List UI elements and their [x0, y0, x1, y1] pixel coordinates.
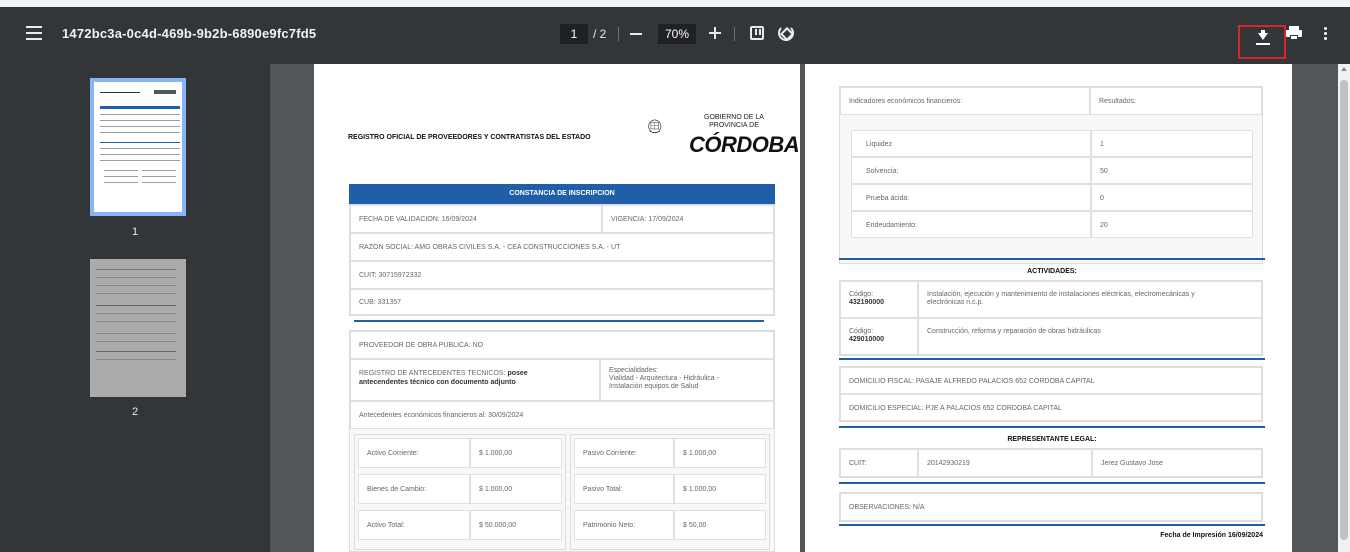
- rotate-icon[interactable]: [778, 25, 794, 41]
- liability-label: Patrimonio Neto:: [574, 510, 674, 540]
- liability-value: $ 1.000,00: [674, 438, 766, 468]
- legal-rep-title: REPRESENTANTE LEGAL:: [1007, 436, 1097, 443]
- domicilio-fiscal: DOMICILIO FISCAL: PASAJE ALFREDO PALACIO…: [840, 367, 1262, 394]
- menu-icon[interactable]: [26, 26, 42, 40]
- asset-value: $ 1.000,00: [470, 438, 562, 468]
- indicator-label: Liquidez: [851, 130, 1091, 157]
- asset-value: $ 50.000,00: [470, 510, 562, 540]
- zoom-level-input[interactable]: 70%: [658, 24, 696, 44]
- zoom-in-icon[interactable]: [709, 27, 721, 39]
- pdf-page-2: Indicadores económicos financieros: Resu…: [805, 64, 1292, 552]
- divider-line: [839, 524, 1265, 526]
- thumbnail-label-1: 1: [131, 226, 139, 238]
- logo-cordoba-text: CÓRDOBA: [689, 132, 800, 157]
- download-icon[interactable]: [1238, 25, 1286, 59]
- logo-gov-text: GOBIERNO DE LA PROVINCIA DE: [704, 114, 764, 129]
- divider: [618, 27, 619, 41]
- print-icon[interactable]: [1286, 26, 1302, 40]
- cub: CUB: 331357: [350, 289, 774, 315]
- rep-cuit-label: CUIT:: [840, 449, 918, 477]
- divider-line: [354, 320, 764, 322]
- indicator-label: Prueba ácida:: [851, 184, 1091, 211]
- liability-value: $ 50,00: [674, 510, 766, 540]
- cuit: CUIT: 30715972332: [350, 261, 774, 289]
- indicator-value: 0: [1091, 184, 1253, 211]
- activity-code: Código: 429010000: [840, 318, 918, 355]
- asset-label: Activo Corriente:: [358, 438, 470, 468]
- pdf-page-1: REGISTRO OFICIAL DE PROVEEDORES Y CONTRA…: [314, 64, 800, 552]
- page-number-input[interactable]: 1: [560, 24, 588, 44]
- more-options-icon[interactable]: [1324, 27, 1328, 41]
- scroll-up-icon[interactable]: [1341, 67, 1347, 71]
- asset-value: $ 1.000,00: [470, 474, 562, 504]
- constancia-header: CONSTANCIA DE INSCRIPCION: [349, 184, 775, 204]
- print-date: Fecha de Impresión 16/09/2024: [1160, 532, 1263, 539]
- indicators-header: Indicadores económicos financieros:: [840, 87, 1090, 115]
- results-header: Resultados:: [1090, 87, 1262, 115]
- rep-name: Jerez Gustavo Jose: [1092, 449, 1262, 477]
- indicator-value: 20: [1091, 211, 1253, 238]
- divider-line: [839, 482, 1265, 484]
- registro-antecedentes: REGISTRO DE ANTECEDENTES TECNICOS: posee…: [350, 359, 600, 401]
- proveedor-obra-publica: PROVEEDOR DE OBRA PUBLICA: NO: [350, 331, 774, 359]
- thumbnail-page-2[interactable]: [90, 259, 186, 397]
- vertical-scrollbar[interactable]: [1338, 64, 1350, 552]
- fit-to-page-icon[interactable]: [750, 26, 764, 40]
- indicator-value: 1: [1091, 130, 1253, 157]
- divider-line: [839, 426, 1265, 428]
- activity-code: Código: 432190000: [840, 281, 918, 318]
- especialidades: Especialidades: Vialidad - Arquitectura …: [600, 359, 774, 401]
- registry-title: REGISTRO OFICIAL DE PROVEEDORES Y CONTRA…: [348, 134, 591, 141]
- scroll-thumb[interactable]: [1340, 80, 1348, 540]
- liability-label: Pasivo Corriente:: [574, 438, 674, 468]
- asset-label: Bienes de Cambio:: [358, 474, 470, 504]
- divider-line: [839, 358, 1265, 360]
- indicator-value: 50: [1091, 157, 1253, 184]
- razon-social: RAZON SOCIAL: AMG OBRAS CIVILES S.A. - C…: [350, 233, 774, 261]
- divider-line: [839, 258, 1265, 260]
- indicator-label: Endeudamiento:: [851, 211, 1091, 238]
- liability-label: Pasivo Total:: [574, 474, 674, 504]
- thumbnail-sidebar: 1 2: [0, 64, 270, 552]
- page-count: / 2: [593, 27, 607, 41]
- asset-label: Activo Total:: [358, 510, 470, 540]
- document-title: 1472bc3a-0c4d-469b-9b2b-6890e9fc7fd5: [62, 26, 317, 41]
- thumbnail-page-1[interactable]: [90, 78, 186, 216]
- cordoba-logo: [648, 119, 662, 134]
- pdf-toolbar: 1472bc3a-0c4d-469b-9b2b-6890e9fc7fd5 1 /…: [0, 0, 1350, 64]
- vigencia: VIGENCIA: 17/09/2024: [602, 205, 774, 233]
- antecedentes-economicos: Antecedentes económicos financieros al: …: [350, 401, 774, 429]
- rep-cuit: 20142930219: [918, 449, 1092, 477]
- activity-description: Construcción, reforma y reparación de ob…: [918, 318, 1262, 355]
- indicator-label: Solvencia:: [851, 157, 1091, 184]
- activities-title: ACTIVIDADES:: [1027, 268, 1077, 275]
- zoom-out-icon[interactable]: [630, 33, 642, 35]
- observaciones: OBSERVACIONES: N/A: [840, 493, 1262, 521]
- domicilio-especial: DOMICILIO ESPECIAL: PJE A PALACIOS 652 C…: [840, 394, 1262, 421]
- fecha-validacion: FECHA DE VALIDACION: 16/09/2024: [350, 205, 602, 233]
- divider: [734, 27, 735, 41]
- activity-description: Instalación, ejecución y mantenimiento d…: [918, 281, 1262, 318]
- liability-value: $ 1.000,00: [674, 474, 766, 504]
- thumbnail-label-2: 2: [131, 406, 139, 418]
- pdf-viewer[interactable]: REGISTRO OFICIAL DE PROVEEDORES Y CONTRA…: [270, 64, 1338, 552]
